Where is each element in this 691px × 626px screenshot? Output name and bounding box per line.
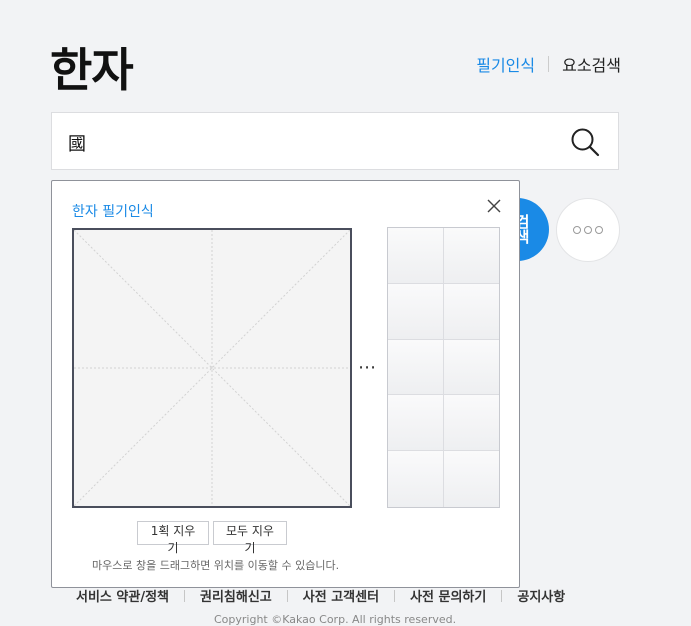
candidate-cell[interactable] (388, 451, 444, 507)
copyright-text: Copyright ©Kakao Corp. All rights reserv… (214, 613, 457, 626)
close-icon[interactable] (485, 197, 503, 215)
clear-all-button[interactable]: 모두 지우기 (213, 521, 287, 555)
footer-link-inquiry[interactable]: 사전 문의하기 (410, 586, 486, 605)
footer-link-terms[interactable]: 서비스 약관/정책 (76, 586, 169, 605)
footer-links: 서비스 약관/정책 권리침해신고 사전 고객센터 사전 문의하기 공지사항 (76, 586, 565, 605)
footer-divider (394, 589, 396, 602)
footer-link-support[interactable]: 사전 고객센터 (303, 586, 379, 605)
candidate-cell[interactable] (443, 339, 499, 396)
candidate-cell[interactable] (443, 451, 499, 507)
candidate-cell[interactable] (443, 228, 499, 284)
candidate-cell[interactable] (388, 228, 444, 284)
candidate-cell[interactable] (388, 339, 444, 396)
footer-link-report[interactable]: 권리침해신고 (200, 586, 272, 605)
undo-stroke-button[interactable]: 1획 지우기 (137, 521, 209, 555)
canvas-guides (74, 230, 350, 506)
search-box (51, 112, 619, 170)
site-logo[interactable]: 한자 (50, 34, 134, 100)
footer-divider (286, 589, 288, 602)
link-divider (548, 56, 550, 72)
footer-link-notice[interactable]: 공지사항 (517, 586, 565, 605)
candidate-cell[interactable] (443, 395, 499, 452)
handwriting-popup[interactable]: 한자 필기인식 ⋯ 1획 지우기 모두 지우기 마우스로 창을 드래그하면 위치… (51, 180, 520, 588)
candidate-grid (387, 227, 500, 508)
candidate-cell[interactable] (388, 283, 444, 340)
footer-divider (501, 589, 503, 602)
element-search-link[interactable]: 요소검색 (562, 52, 621, 76)
candidate-cell[interactable] (443, 283, 499, 340)
popup-title: 한자 필기인식 (72, 204, 154, 220)
more-dot-icon (584, 226, 592, 234)
handwriting-link[interactable]: 필기인식 (476, 52, 535, 76)
canvas-buttons: 1획 지우기 모두 지우기 (137, 521, 287, 555)
footer-divider (184, 589, 185, 602)
drag-help-text: 마우스로 창을 드래그하면 위치를 이동할 수 있습니다. (92, 559, 340, 572)
search-input[interactable] (66, 127, 550, 159)
candidate-cell[interactable] (388, 395, 444, 452)
more-options-button[interactable] (556, 198, 620, 262)
handwriting-canvas[interactable] (72, 228, 352, 508)
search-icon[interactable] (570, 127, 600, 157)
more-dot-icon (595, 226, 603, 234)
more-candidates-indicator: ⋯ (358, 357, 377, 378)
more-dot-icon (573, 226, 581, 234)
top-links: 필기인식 요소검색 (476, 52, 621, 76)
